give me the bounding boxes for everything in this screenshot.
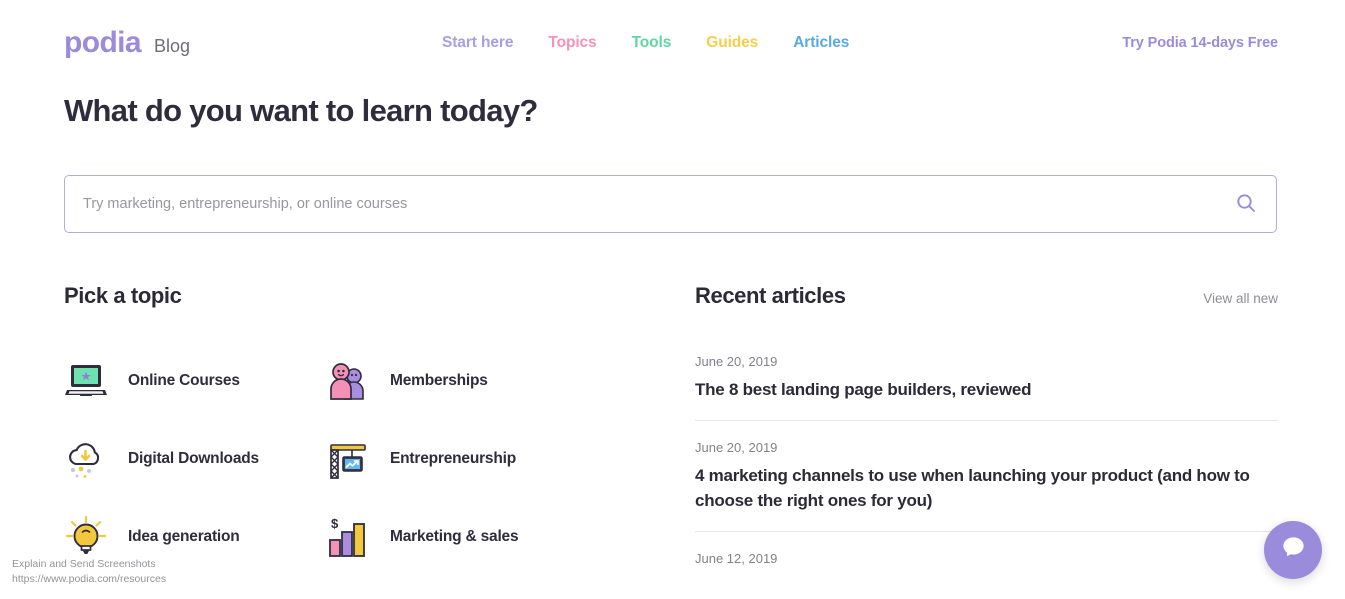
- topic-label: Entrepreneurship: [390, 450, 516, 467]
- article-date: June 20, 2019: [695, 354, 778, 369]
- topic-item-digital-downloads[interactable]: Digital Downloads: [64, 437, 326, 481]
- try-podia-cta[interactable]: Try Podia 14-days Free: [1122, 35, 1278, 51]
- topic-label: Digital Downloads: [128, 450, 259, 467]
- screenshot-tool-overlay: Explain and Send Screenshots https://www…: [12, 557, 166, 587]
- bar-chart-dollar-icon: $: [326, 515, 370, 559]
- search-icon: [1234, 191, 1258, 218]
- topic-item-entrepreneurship[interactable]: Entrepreneurship: [326, 437, 588, 481]
- article-row: June 20, 2019 4 marketing channels to us…: [695, 440, 1278, 533]
- page-root: podia Blog Start here Topics Tools Guide…: [0, 0, 1345, 599]
- site-header: podia Blog Start here Topics Tools Guide…: [0, 0, 1345, 88]
- brand-subtitle: Blog: [154, 36, 191, 56]
- overlay-line-2: https://www.podia.com/resources: [12, 573, 167, 586]
- topic-label: Marketing & sales: [390, 528, 519, 545]
- podia-logo[interactable]: podia: [64, 28, 142, 58]
- nav-item-guides[interactable]: Guides: [706, 34, 758, 52]
- article-row: June 12, 2019: [695, 551, 1278, 592]
- nav-item-start-here[interactable]: Start here: [442, 34, 513, 52]
- brand[interactable]: podia Blog: [64, 28, 190, 58]
- chat-bubble-icon: [1280, 534, 1307, 566]
- articles-section-title: Recent articles: [695, 283, 846, 308]
- article-row: June 20, 2019 The 8 best landing page bu…: [695, 354, 1278, 422]
- articles-header: Recent articles View all new: [695, 283, 1278, 309]
- crane-chart-icon: [326, 437, 370, 481]
- articles-column: Recent articles View all new June 20, 20…: [695, 283, 1278, 599]
- cloud-download-icon: [64, 437, 108, 481]
- svg-text:$: $: [331, 516, 339, 531]
- topics-section-title: Pick a topic: [64, 283, 182, 308]
- topics-column: Pick a topic Online Courses Memberships …: [64, 283, 664, 559]
- topic-item-memberships[interactable]: Memberships: [326, 359, 588, 403]
- topics-grid: Online Courses Memberships Digital Downl…: [64, 359, 664, 559]
- article-title-link[interactable]: The 8 best landing page builders, review…: [695, 377, 1278, 402]
- chat-launcher-button[interactable]: [1264, 521, 1322, 579]
- search-button[interactable]: [1216, 176, 1276, 232]
- search-bar[interactable]: [64, 175, 1277, 233]
- topic-label: Idea generation: [128, 528, 240, 545]
- nav-item-articles[interactable]: Articles: [793, 34, 849, 52]
- topic-label: Memberships: [390, 372, 488, 389]
- article-title-link[interactable]: 4 marketing channels to use when launchi…: [695, 463, 1278, 513]
- search-input[interactable]: [65, 176, 1216, 232]
- page-title: What do you want to learn today?: [64, 93, 538, 128]
- lightbulb-icon: [64, 515, 108, 559]
- main-nav: Start here Topics Tools Guides Articles: [442, 34, 849, 52]
- topic-item-online-courses[interactable]: Online Courses: [64, 359, 326, 403]
- articles-list: June 20, 2019 The 8 best landing page bu…: [695, 354, 1278, 592]
- laptop-icon: [64, 359, 108, 403]
- nav-item-tools[interactable]: Tools: [632, 34, 672, 52]
- topic-item-marketing-sales[interactable]: $ Marketing & sales: [326, 515, 588, 559]
- nav-item-topics[interactable]: Topics: [548, 34, 596, 52]
- article-date: June 12, 2019: [695, 551, 778, 567]
- article-date: June 20, 2019: [695, 440, 778, 456]
- topic-item-idea-generation[interactable]: Idea generation: [64, 515, 326, 559]
- people-icon: [326, 359, 370, 403]
- topic-label: Online Courses: [128, 372, 240, 389]
- view-all-new-link[interactable]: View all new: [1203, 291, 1278, 306]
- overlay-line-1: Explain and Send Screenshots: [12, 558, 156, 570]
